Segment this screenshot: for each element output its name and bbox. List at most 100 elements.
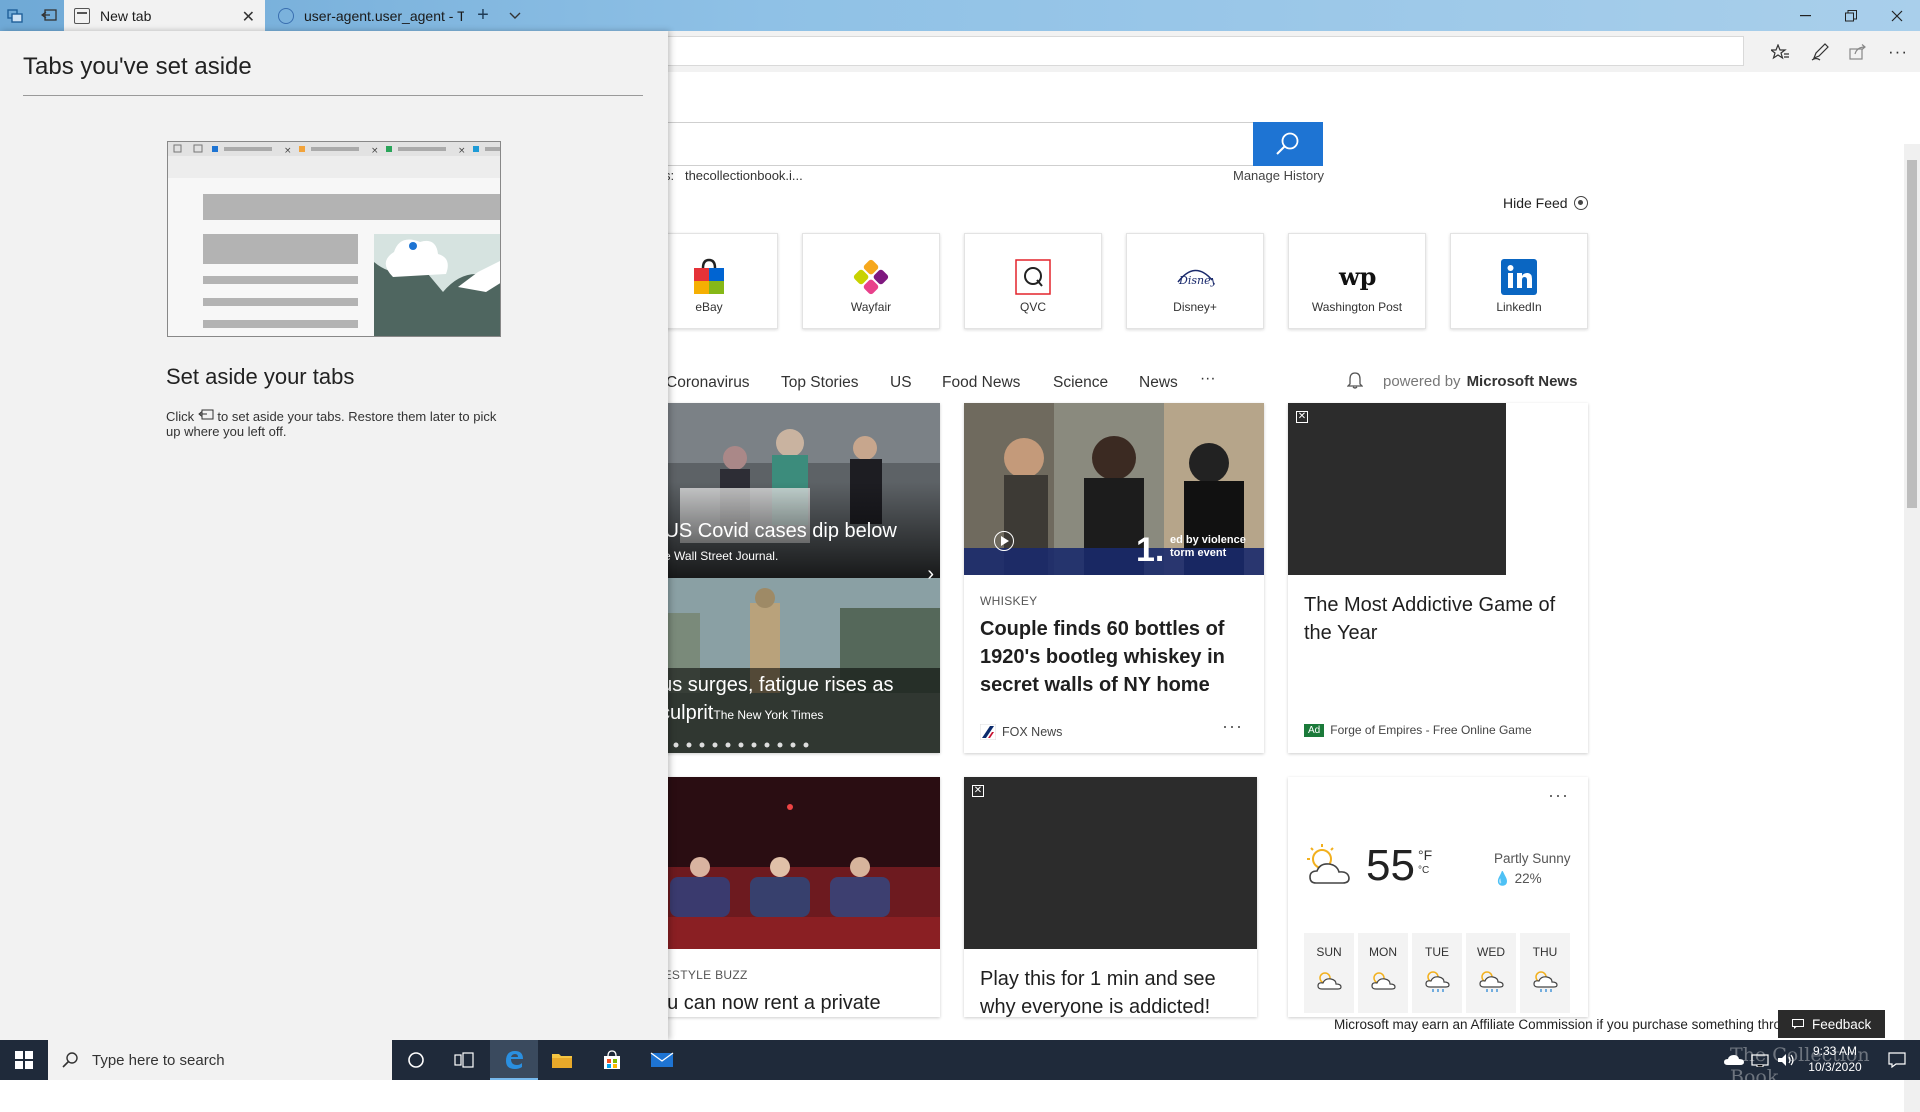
forecast-day[interactable]: MON (1358, 933, 1408, 1013)
task-view-icon[interactable] (440, 1040, 488, 1080)
forecast-day[interactable]: TUE (1412, 933, 1462, 1013)
network-icon[interactable] (1748, 1040, 1772, 1080)
ad-close-icon[interactable]: ✕ (972, 785, 984, 797)
mail-icon[interactable] (638, 1040, 686, 1080)
pen-icon[interactable] (1806, 39, 1834, 65)
share-icon[interactable] (1844, 39, 1872, 65)
card-more-icon[interactable]: ··· (1548, 785, 1569, 806)
start-button[interactable] (0, 1040, 48, 1080)
favorites-icon[interactable] (1766, 39, 1794, 65)
hide-feed-button[interactable]: Hide Feed (1503, 195, 1588, 211)
forecast-day[interactable]: SUN (1304, 933, 1354, 1013)
recent-site[interactable]: thecollectionbook.i... (685, 168, 803, 183)
affiliate-note: Microsoft may earn an Affiliate Commissi… (1334, 1017, 1804, 1032)
top-site-linkedin[interactable]: LinkedIn (1450, 233, 1588, 329)
restore-button[interactable] (1828, 0, 1874, 31)
ad-card-play[interactable]: ✕ Play this for 1 min and see why everyo… (964, 777, 1257, 1017)
news-title[interactable]: Couple finds 60 bottles of 1920's bootle… (980, 615, 1250, 699)
tabs-aside-icon[interactable] (0, 0, 30, 31)
manage-history-link[interactable]: Manage History (1233, 168, 1324, 183)
top-site-disney-plus[interactable]: Disney+ Disney+ (1126, 233, 1264, 329)
top-site-washington-post[interactable]: wp Washington Post (1288, 233, 1426, 329)
ad-source-name: Forge of Empires - Free Online Game (1330, 723, 1532, 737)
hero-story-1[interactable]: ily US Covid cases dip below The Wall St… (640, 520, 940, 563)
panel-divider (23, 95, 643, 96)
news-card-whiskey[interactable]: 1. ed by violence torm event WHISKEY Cou… (964, 403, 1264, 753)
hero-story-2-source: The New York Times (713, 708, 824, 722)
ad-title[interactable]: The Most Addictive Game of the Year (1304, 591, 1574, 647)
carousel-next-chevron-icon[interactable]: › (927, 563, 934, 586)
new-tab-button[interactable]: + (468, 0, 498, 31)
weather-card[interactable]: ··· 55 °F °C Partly Sunny 💧 22% SUN MON … (1288, 777, 1588, 1017)
card-more-icon[interactable]: ··· (1222, 716, 1243, 737)
top-site-qvc[interactable]: QVC (964, 233, 1102, 329)
store-icon[interactable] (588, 1040, 636, 1080)
news-source-name: FOX News (1002, 725, 1063, 739)
top-site-label: eBay (695, 300, 723, 314)
onedrive-icon[interactable] (1722, 1040, 1746, 1080)
feed-more-icon[interactable]: ··· (1200, 370, 1216, 388)
ad-card-game[interactable]: ✕ The Most Addictive Game of the Year Ad… (1288, 403, 1588, 753)
temperature-unit-toggle[interactable]: °F °C (1418, 847, 1432, 879)
fox-news-logo-icon (980, 724, 996, 740)
settings-gear-icon (1573, 196, 1588, 210)
top-site-label: LinkedIn (1496, 300, 1542, 314)
ad-close-icon[interactable]: ✕ (1296, 411, 1308, 423)
feedback-label: Feedback (1812, 1016, 1872, 1032)
tab-label: New tab (100, 7, 152, 24)
top-site-label: Disney+ (1173, 300, 1217, 314)
system-clock[interactable]: 9:33 AM 10/3/2020 (1800, 1043, 1870, 1075)
address-input[interactable] (660, 36, 1744, 66)
set-aside-tabs-icon (198, 409, 214, 420)
forecast-day-label: MON (1369, 945, 1397, 959)
close-window-button[interactable] (1874, 0, 1920, 31)
search-icon (1276, 132, 1299, 155)
rain-showers-icon (1479, 971, 1504, 992)
more-menu-icon[interactable]: ··· (1884, 39, 1912, 65)
forecast-day[interactable]: WED (1466, 933, 1516, 1013)
hero-story-2[interactable]: virus surges, fatigue rises as w culprit… (640, 671, 940, 729)
scrollbar-thumb[interactable] (1907, 160, 1917, 508)
wayfair-logo-icon (851, 258, 891, 296)
feed-tab-coronavirus[interactable]: Coronavirus (666, 374, 750, 392)
unit-celsius[interactable]: °C (1418, 863, 1432, 879)
news-title[interactable]: ou can now rent a private (656, 989, 940, 1017)
file-explorer-icon[interactable] (538, 1040, 586, 1080)
carousel-dots[interactable] (646, 741, 846, 749)
cortana-icon[interactable] (392, 1040, 440, 1080)
feed-tab-news[interactable]: News (1139, 374, 1178, 392)
minimize-button[interactable] (1782, 0, 1828, 31)
close-tab-icon[interactable]: ✕ (242, 7, 255, 27)
feed-tab-us[interactable]: US (890, 374, 912, 392)
tab-new-tab[interactable]: New tab ✕ (64, 0, 265, 31)
search-button[interactable] (1253, 122, 1323, 166)
ad-title[interactable]: Play this for 1 min and see why everyone… (980, 965, 1250, 1017)
feed-tab-top-stories[interactable]: Top Stories (781, 374, 859, 392)
forecast-day[interactable]: THU (1520, 933, 1570, 1013)
feed-tab-food-news[interactable]: Food News (942, 374, 1020, 392)
volume-icon[interactable] (1774, 1040, 1798, 1080)
news-card-lifestyle[interactable]: FESTYLE BUZZ ou can now rent a private (640, 777, 940, 1017)
raindrop-icon: 💧 (1494, 871, 1511, 886)
edge-taskbar-icon[interactable] (490, 1040, 538, 1080)
tab-user-agent[interactable]: user-agent.user_agent - The (268, 0, 464, 31)
set-aside-tabs-icon[interactable] (34, 0, 64, 31)
ad-image (1288, 403, 1506, 575)
search-input[interactable] (660, 122, 1253, 166)
unit-fahrenheit[interactable]: °F (1418, 847, 1432, 863)
svg-text:wp: wp (1338, 262, 1376, 291)
top-site-wayfair[interactable]: Wayfair (802, 233, 940, 329)
set-aside-illustration: × × × (167, 141, 501, 337)
play-video-icon[interactable] (994, 531, 1014, 551)
notification-bell-icon[interactable] (1347, 371, 1363, 389)
recent-search[interactable]: s: thecollectionbook.i... (664, 168, 803, 183)
hero-story-1-source: The Wall Street Journal. (650, 549, 779, 563)
news-photo (640, 777, 940, 949)
taskbar-search[interactable]: Type here to search (48, 1040, 392, 1080)
hero-carousel[interactable]: ily US Covid cases dip below The Wall St… (640, 403, 940, 753)
tab-list-chevron-icon[interactable] (500, 0, 530, 31)
feedback-button[interactable]: Feedback (1778, 1010, 1886, 1038)
action-center-icon[interactable] (1874, 1040, 1920, 1080)
page-scrollbar[interactable] (1904, 144, 1920, 1112)
feed-tab-science[interactable]: Science (1053, 374, 1108, 392)
